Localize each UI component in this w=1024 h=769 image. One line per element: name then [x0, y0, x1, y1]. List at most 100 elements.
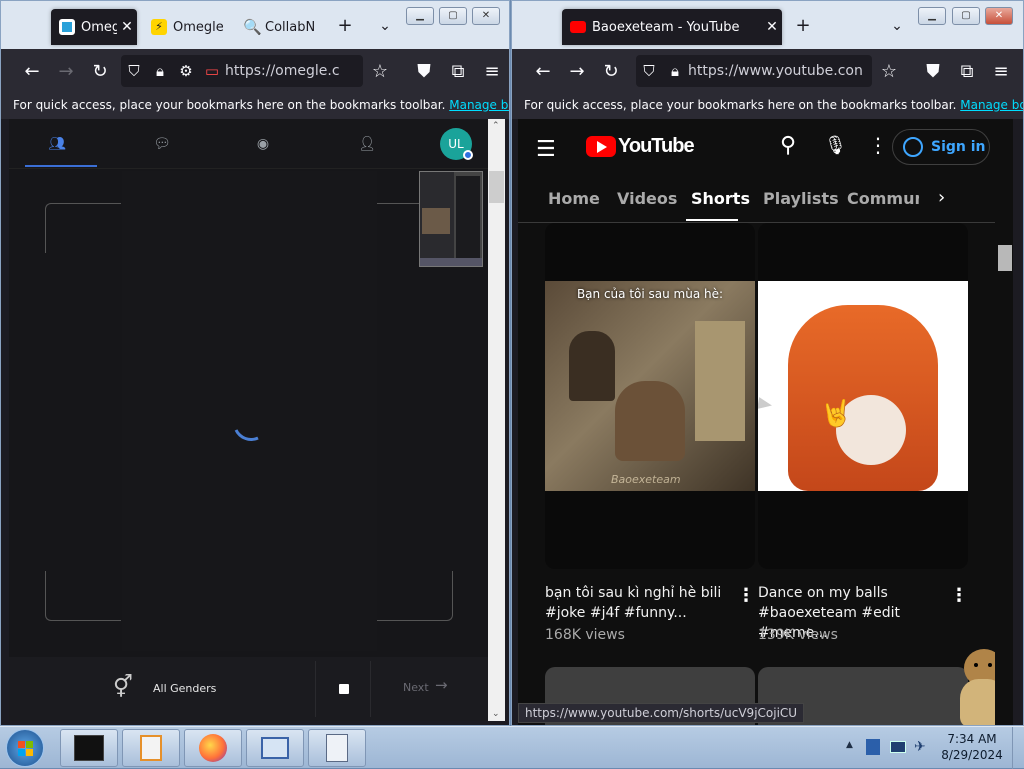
profile-icon[interactable]: 👤︎: [354, 131, 380, 157]
scroll-thumb[interactable]: [998, 245, 1012, 271]
view-count-2: 139K views: [758, 627, 838, 643]
scroll-thumb[interactable]: [489, 171, 504, 203]
new-tab-button[interactable]: +: [792, 15, 814, 37]
close-tab-icon[interactable]: ✕: [762, 19, 782, 35]
show-desktop-button[interactable]: [1012, 727, 1024, 769]
bookmark-star-icon[interactable]: ☆: [872, 54, 906, 88]
more-options-icon[interactable]: ⋮: [868, 133, 888, 157]
stop-button[interactable]: [315, 661, 371, 717]
view-count-1: 168K views: [545, 627, 625, 643]
url-bar[interactable]: ⛉ 🔒︎ ⚙ ▭ https://omegle.c: [121, 55, 363, 87]
video-options-icon[interactable]: ⋮: [950, 585, 968, 606]
taskbar-app-terminal[interactable]: [60, 729, 118, 767]
next-button[interactable]: Next →: [373, 661, 484, 717]
monitor-icon[interactable]: [890, 741, 906, 753]
tab-shorts[interactable]: Shorts: [691, 189, 750, 208]
short-card-1[interactable]: Bạn của tôi sau mùa hè: Baoexeteam: [545, 223, 755, 569]
menu-icon[interactable]: ≡: [984, 54, 1018, 88]
close-window-button[interactable]: ✕: [472, 7, 500, 25]
omegle-page: 👥︎ 💬︎ ◉ 👤︎ UL ⚥ All Genders Next →: [9, 119, 488, 721]
tab-playlists[interactable]: Playlists: [763, 189, 839, 208]
close-window-button[interactable]: ✕: [985, 7, 1013, 25]
minimize-button[interactable]: ▁: [918, 7, 946, 25]
avatar-initials: UL: [448, 137, 464, 151]
people-icon[interactable]: 👥︎: [44, 131, 70, 157]
gender-filter-button[interactable]: ⚥ All Genders: [9, 657, 315, 721]
forward-icon[interactable]: →: [49, 54, 83, 88]
youtube-logo[interactable]: YouTube: [586, 135, 695, 158]
taskbar-app-media[interactable]: [122, 729, 180, 767]
close-tab-icon[interactable]: ✕: [117, 19, 137, 35]
search-icon[interactable]: ⚲: [780, 133, 796, 158]
taskbar-app-calculator[interactable]: [308, 729, 366, 767]
list-tabs-icon[interactable]: ⌄: [886, 15, 908, 37]
tab-youtube[interactable]: Baoexeteam - YouTube ✕: [562, 9, 782, 45]
show-hidden-icons-button[interactable]: ▲: [846, 740, 853, 750]
video-title-1[interactable]: bạn tôi sau kì nghỉ hè bili #joke #j4f #…: [545, 583, 735, 623]
terminal-icon: [74, 735, 104, 761]
menu-icon[interactable]: ≡: [475, 54, 509, 88]
pocket-icon[interactable]: ⛊: [407, 54, 441, 88]
list-tabs-icon[interactable]: ⌄: [374, 15, 396, 37]
taskbar-app-firefox[interactable]: [184, 729, 242, 767]
scrollbar[interactable]: ⌃ ⌄: [488, 119, 505, 721]
tray-app-icon[interactable]: [866, 739, 880, 755]
bookmarks-toolbar: For quick access, place your bookmarks h…: [1, 93, 509, 119]
hamburger-menu-icon[interactable]: ☰: [536, 137, 556, 162]
bookmark-star-icon[interactable]: ☆: [363, 54, 397, 88]
thumbnail-2[interactable]: 🤘: [758, 281, 968, 491]
network-icon: [261, 737, 289, 759]
forward-icon[interactable]: →: [560, 54, 594, 88]
tab-home[interactable]: Home: [548, 189, 600, 208]
url-bar[interactable]: ⛉ 🔒︎ https://www.youtube.con: [636, 55, 872, 87]
thumbnail-watermark: Baoexeteam: [611, 473, 681, 486]
short-card-2[interactable]: 🤘: [758, 223, 968, 569]
sign-in-label: Sign in: [931, 139, 986, 155]
reload-icon[interactable]: ↻: [594, 54, 628, 88]
clock[interactable]: 7:34 AM 8/29/2024: [936, 731, 1008, 763]
search-icon: 🔍: [243, 18, 262, 36]
taskbar: ▲ ✈︎ 7:34 AM 8/29/2024: [0, 726, 1024, 769]
extensions-icon[interactable]: ⧉: [950, 54, 984, 88]
url-text: https://omegle.c: [225, 63, 340, 79]
arrow-right-icon: →: [435, 676, 448, 694]
frame-corner: [45, 571, 121, 621]
tab-collab[interactable]: 🔍 CollabNe: [235, 9, 315, 45]
taskbar-app-network[interactable]: [246, 729, 304, 767]
title-line: #joke #j4f #funny...: [545, 605, 687, 621]
video-options-icon[interactable]: ⋮: [737, 585, 755, 606]
network-tray-icon[interactable]: ✈︎: [914, 739, 926, 755]
extensions-icon[interactable]: ⧉: [441, 54, 475, 88]
globe-icon[interactable]: ◉: [250, 131, 276, 157]
thumbnail-1[interactable]: Bạn của tôi sau mùa hè: Baoexeteam: [545, 281, 755, 491]
browser-window-omegle: Omegle ✕ ⚡ Omegle 🔍 CollabNe + ⌄ ▁ ▢ ✕ ←…: [0, 0, 510, 726]
sign-in-button[interactable]: Sign in: [892, 129, 990, 165]
chat-icon[interactable]: 💬︎: [149, 131, 175, 157]
tab-omegle-1[interactable]: Omegle ✕: [51, 9, 137, 45]
reload-icon[interactable]: ↻: [83, 54, 117, 88]
chevron-right-icon[interactable]: ›: [938, 187, 945, 208]
new-tab-button[interactable]: +: [334, 15, 356, 37]
scroll-up-icon[interactable]: ⌃: [492, 121, 500, 131]
scrollbar[interactable]: [995, 119, 1013, 725]
start-button[interactable]: [6, 729, 44, 767]
back-icon[interactable]: ←: [526, 54, 560, 88]
tab-videos[interactable]: Videos: [617, 189, 677, 208]
back-icon[interactable]: ←: [15, 54, 49, 88]
manage-bookmarks-link[interactable]: Manage bookmarks: [449, 98, 509, 112]
microphone-icon[interactable]: 🎙︎: [824, 135, 847, 156]
manage-bookmarks-link[interactable]: Manage bookmarks: [960, 98, 1023, 112]
lock-icon: 🔒︎: [671, 62, 679, 80]
scroll-down-icon[interactable]: ⌄: [492, 709, 500, 719]
lock-icon: 🔒︎: [156, 62, 164, 80]
tab-omegle-2[interactable]: ⚡ Omegle: [143, 9, 223, 45]
pocket-icon[interactable]: ⛊: [916, 54, 950, 88]
avatar[interactable]: UL: [440, 128, 473, 160]
stop-icon: [339, 684, 349, 694]
tab-community[interactable]: Communi: [847, 189, 919, 208]
maximize-button[interactable]: ▢: [439, 7, 467, 25]
minimize-button[interactable]: ▁: [406, 7, 434, 25]
maximize-button[interactable]: ▢: [952, 7, 980, 25]
self-preview: [419, 171, 483, 267]
calculator-icon: [326, 734, 348, 762]
